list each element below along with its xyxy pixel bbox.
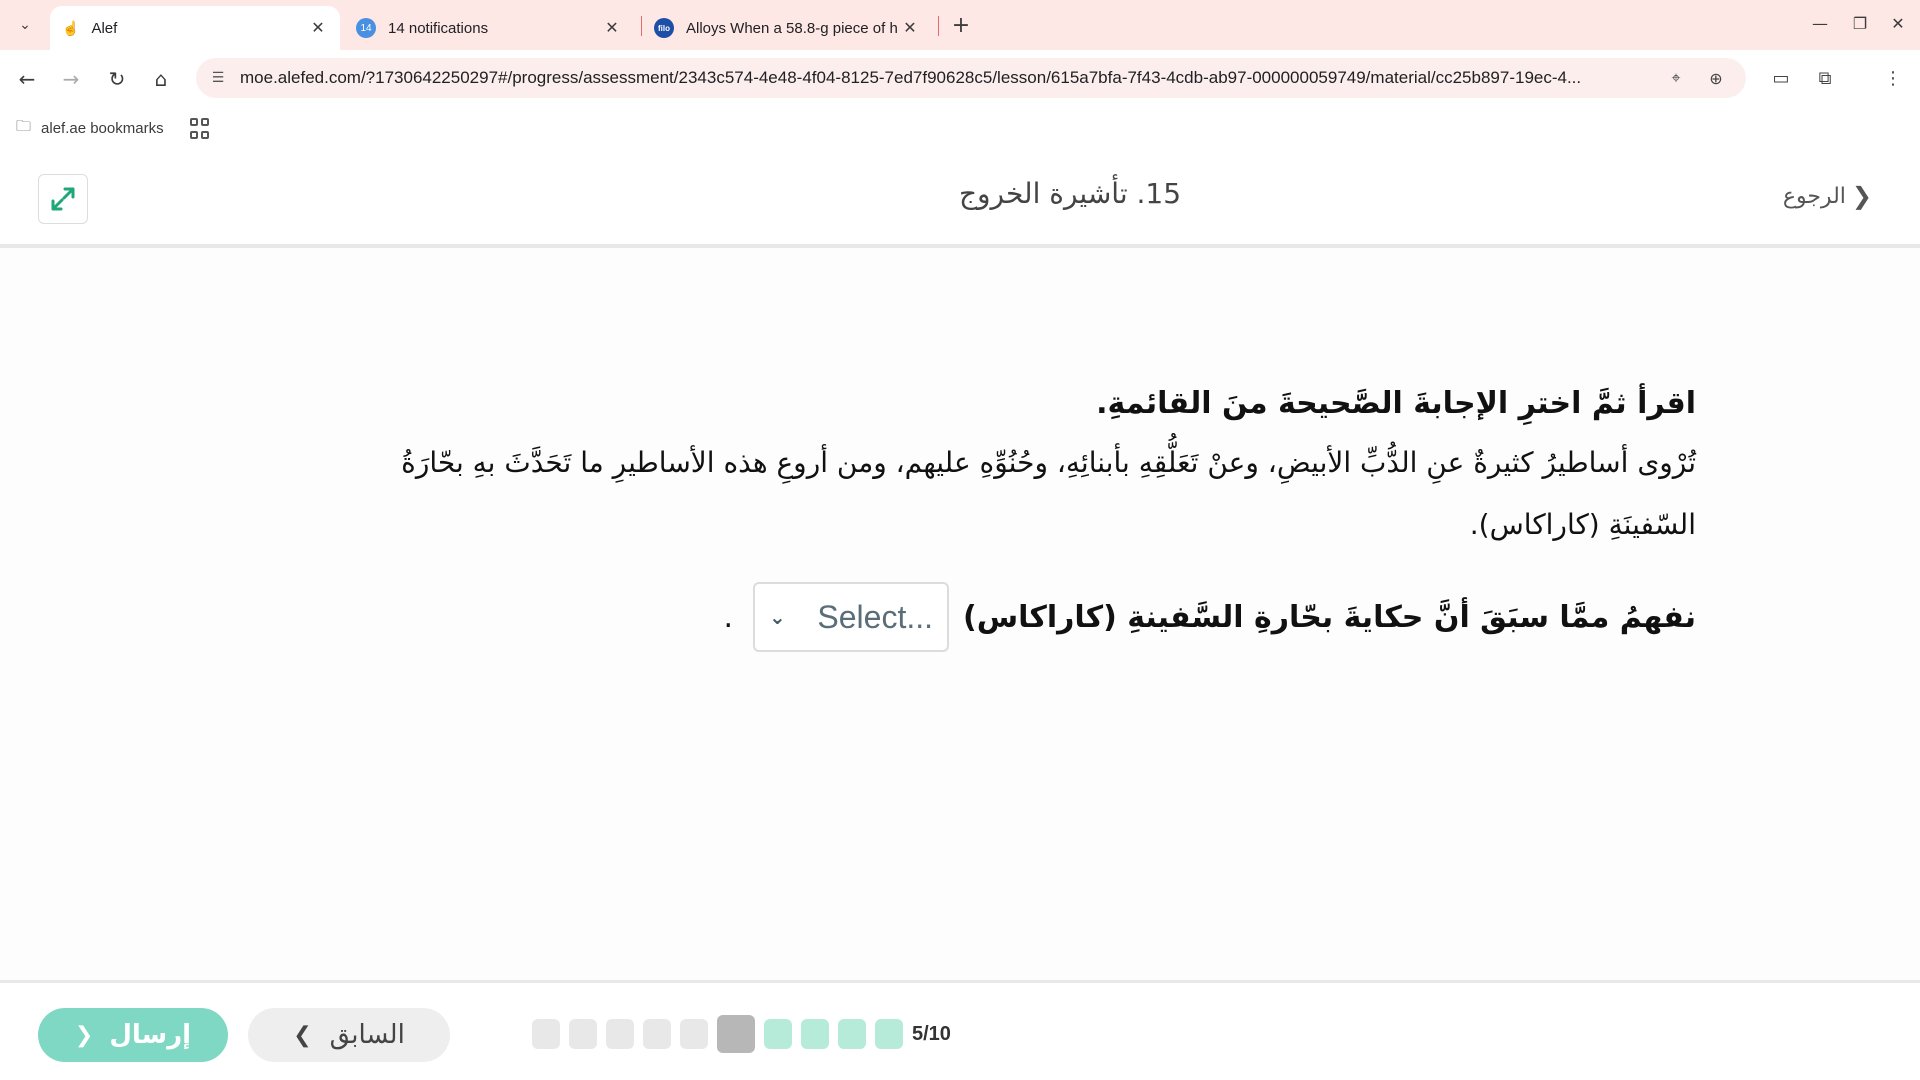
folder-icon: 🗀 [16,118,32,135]
close-icon[interactable]: ✕ [602,18,622,38]
restore-icon[interactable]: ❐ [1840,8,1880,38]
tab-title: Alloys When a 58.8-g piece of h [686,19,898,37]
url-text[interactable]: moe.alefed.com/?1730642250297#/progress/… [240,68,1640,88]
dropdown-placeholder: Select... [817,598,933,635]
lesson-footer: إرسال ❮ السابق ❯ 5/10 [0,980,1920,1080]
submit-button[interactable]: إرسال ❮ [38,1008,228,1062]
answer-dropdown[interactable]: ⌄ Select... [753,582,949,652]
answer-prompt: نفهمُ ممَّا سبَقَ أنَّ حكايةَ بحّارةِ ال… [963,599,1696,635]
progress-step[interactable] [532,1019,560,1049]
minimize-icon[interactable]: — [1800,8,1840,38]
zoom-icon[interactable]: ⊕ [1704,66,1728,90]
chevron-left-icon: ❮ [74,1022,94,1048]
new-tab-icon[interactable]: + [948,10,974,40]
back-button[interactable]: ❮ الرجوع [1783,182,1872,210]
bookmarks-bar: 🗀 alef.ae bookmarks [0,106,1920,151]
browser-toolbar: ← → ↻ ⌂ ☰ moe.alefed.com/?1730642250297#… [0,50,1920,106]
close-icon[interactable]: ✕ [308,18,328,38]
question-box: اقرأ ثمَّ اخترِ الإجابةَ الصَّحيحةَ منَ … [310,376,1696,652]
chevron-right-icon: ❯ [293,1022,312,1048]
tab-separator [938,16,939,36]
home-icon[interactable]: ⌂ [146,64,176,94]
passage-text: تُرْوى أساطيرُ كثيرةٌ عنِ الدُّبِّ الأبي… [401,446,1696,541]
progress-step-done[interactable] [875,1019,903,1049]
question-area: اقرأ ثمَّ اخترِ الإجابةَ الصَّحيحةَ منَ … [0,248,1920,980]
close-icon[interactable]: ✕ [900,18,920,38]
progress-step-current[interactable] [717,1015,755,1053]
tab-search-icon[interactable]: ⌄ [8,9,42,41]
progress-step[interactable] [680,1019,708,1049]
apps-grid-icon[interactable] [190,118,212,140]
close-window-icon[interactable]: ✕ [1878,8,1918,38]
answer-period: . [723,599,733,635]
filo-icon: filo [654,18,674,38]
progress-step[interactable] [606,1019,634,1049]
page-title: 15. تأشيرة الخروج [958,177,1182,210]
browser-chrome: ⌄ ☝ Alef ✕ 14 14 notifications ✕ filo Al… [0,0,1920,151]
expand-icon [51,187,75,211]
progress-count: 5/10 [912,1022,951,1045]
previous-label: السابق [329,1020,405,1050]
instruction-text: اقرأ ثمَّ اخترِ الإجابةَ الصَّحيحةَ منَ … [1096,386,1696,421]
progress-step-done[interactable] [838,1019,866,1049]
bookmark-folder-label: alef.ae bookmarks [41,120,164,137]
chevron-down-icon: ⌄ [769,605,786,629]
location-icon[interactable]: ⌖ [1664,66,1688,90]
progress-step[interactable] [643,1019,671,1049]
back-arrow-icon[interactable]: ← [12,64,42,94]
chevron-left-icon: ❮ [1851,182,1872,210]
answer-row: نفهمُ ممَّا سبَقَ أنَّ حكايةَ بحّارةِ ال… [310,582,1696,652]
tab-strip: ⌄ ☝ Alef ✕ 14 14 notifications ✕ filo Al… [0,0,1920,50]
extensions-icon[interactable]: ⧉ [1808,62,1842,94]
progress-step[interactable] [569,1019,597,1049]
cast-icon[interactable]: ▭ [1764,62,1798,94]
tab-notifications[interactable]: 14 14 notifications ✕ [344,6,634,50]
previous-button[interactable]: السابق ❯ [248,1008,450,1062]
back-label: الرجوع [1782,183,1846,209]
site-info-icon[interactable]: ☰ [208,68,228,88]
progress-step-done[interactable] [764,1019,792,1049]
bookmark-folder[interactable]: 🗀 alef.ae bookmarks [16,116,164,141]
menu-icon[interactable]: ⋮ [1876,62,1910,94]
forward-arrow-icon[interactable]: → [56,64,86,94]
tab-alef[interactable]: ☝ Alef ✕ [50,6,340,50]
progress-step-done[interactable] [801,1019,829,1049]
reload-icon[interactable]: ↻ [102,64,132,94]
lesson-header: 15. تأشيرة الخروج ❮ الرجوع [0,151,1920,248]
tab-alloys[interactable]: filo Alloys When a 58.8-g piece of h ✕ [642,6,932,50]
fullscreen-button[interactable] [38,174,88,224]
progress-indicator: 5/10 [532,1015,951,1053]
badge-icon: 14 [356,18,376,38]
hand-icon: ☝ [62,19,80,36]
tab-title: Alef [91,19,118,37]
address-bar[interactable]: ☰ moe.alefed.com/?1730642250297#/progres… [196,58,1746,98]
tab-title: 14 notifications [388,19,489,37]
submit-label: إرسال [109,1020,192,1050]
